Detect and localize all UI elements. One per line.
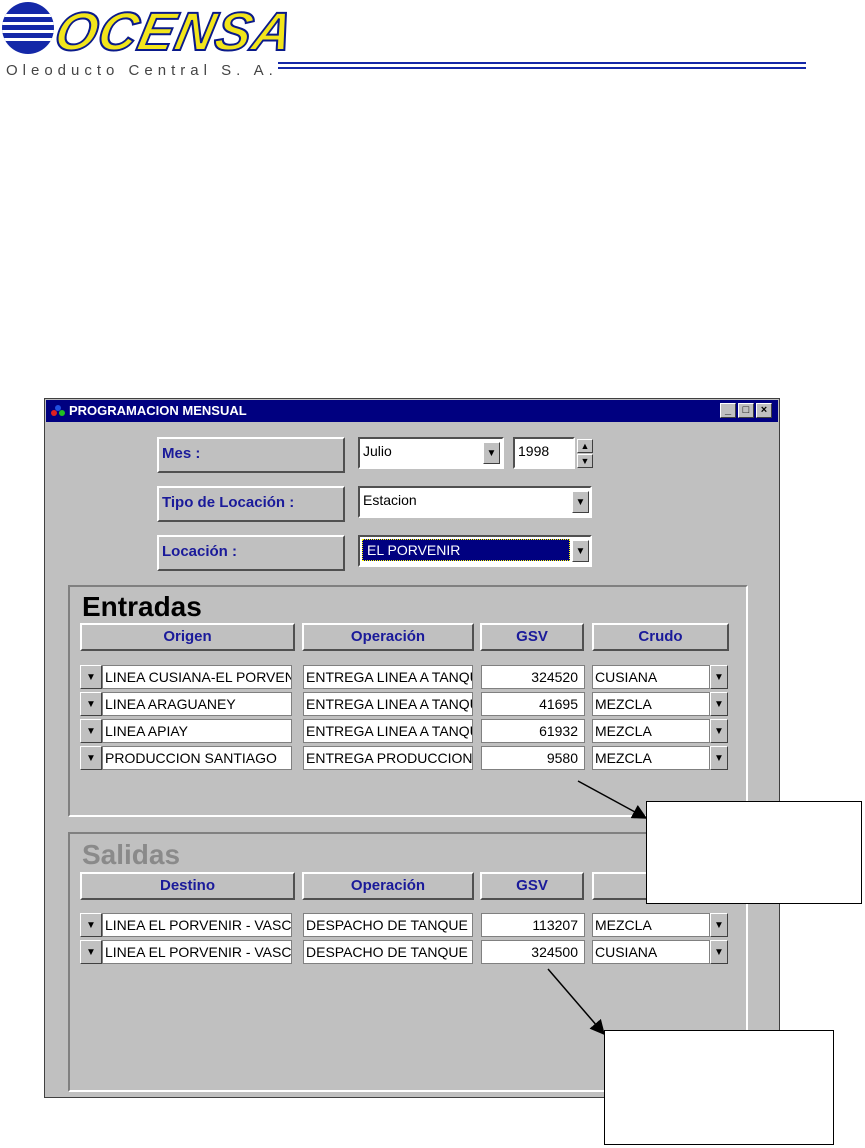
callout-arrow-entradas <box>577 780 648 819</box>
callout-arrows <box>547 780 648 1036</box>
callout-arrow-salidas <box>547 968 605 1036</box>
callout-box-salidas <box>604 1030 834 1145</box>
callout-box-entradas <box>646 801 862 904</box>
